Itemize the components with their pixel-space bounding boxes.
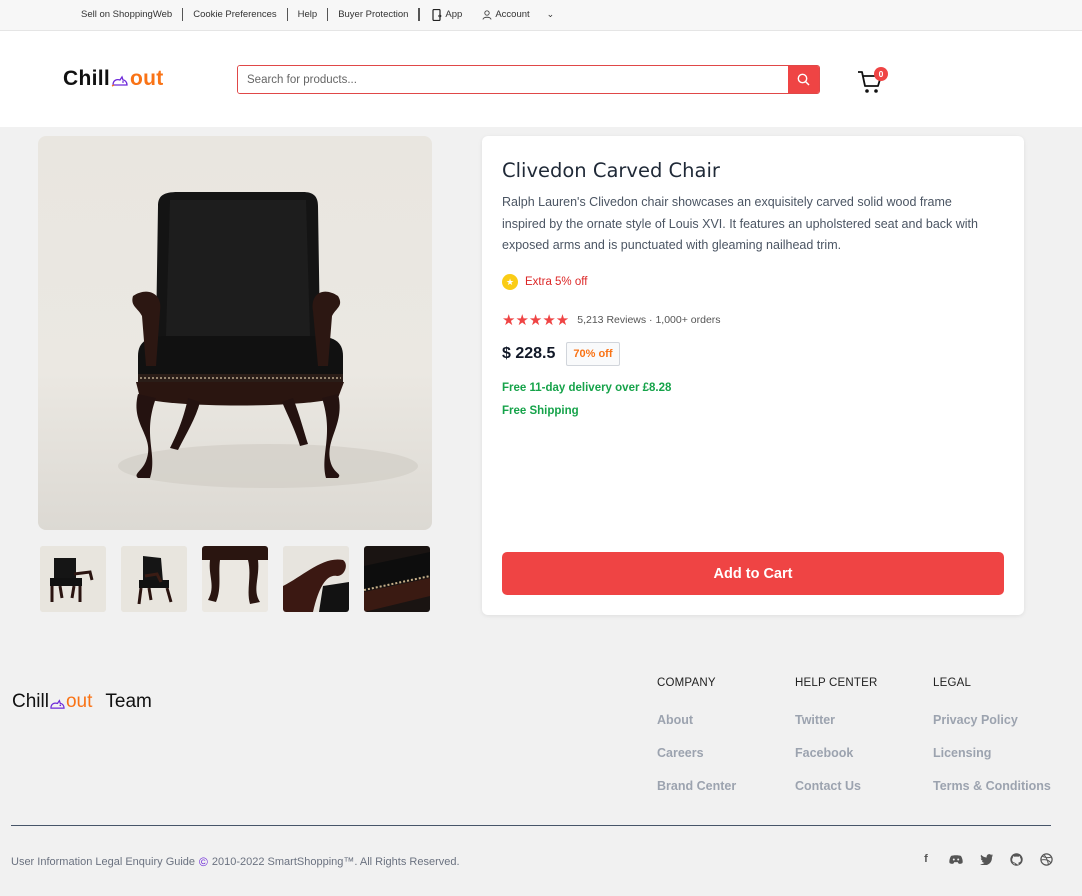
thumbnail-5[interactable] [364, 546, 430, 612]
extra-discount-label: Extra 5% off [525, 276, 588, 288]
extra-discount: ★ Extra 5% off [502, 274, 587, 290]
star-coin-icon: ★ [502, 274, 518, 290]
footer-link-careers[interactable]: Careers [657, 745, 736, 761]
footer-column-company: COMPANY About Careers Brand Center [657, 677, 736, 811]
footer-link-terms[interactable]: Terms & Conditions [933, 778, 1051, 794]
top-utility-bar: Sell on ShoppingWeb Cookie Preferences H… [0, 0, 1082, 31]
thumbnail-1[interactable] [40, 546, 106, 612]
footer-link-twitter[interactable]: Twitter [795, 712, 878, 728]
account-label: Account [495, 9, 530, 20]
chevron-down-icon[interactable]: ⌄ [547, 9, 555, 20]
footer-divider [11, 825, 1051, 826]
help-link[interactable]: Help [288, 8, 329, 21]
social-links: f [918, 851, 1054, 867]
chair-thumbnail [121, 546, 187, 612]
rating-stars-icon: ★★★★★ [502, 312, 570, 329]
search-icon [797, 73, 810, 86]
product-price: $ 228.5 [502, 345, 556, 362]
facebook-icon[interactable]: f [918, 851, 934, 867]
footer-logo-chill: Chill [12, 691, 49, 712]
arm-detail-thumbnail [283, 546, 349, 612]
price-row: $ 228.5 70% off [502, 342, 620, 366]
product-info-card: Clivedon Carved Chair Ralph Lauren's Cli… [482, 136, 1024, 615]
app-link[interactable]: App [419, 8, 472, 21]
thumbnail-4[interactable] [283, 546, 349, 612]
add-to-cart-button[interactable]: Add to Cart [502, 552, 1004, 595]
footer-logo-out: out [65, 691, 93, 712]
logo-text-out: out [130, 67, 164, 90]
footer-column-legal: LEGAL Privacy Policy Licensing Terms & C… [933, 677, 1051, 811]
site-header: Chill out 0 [0, 31, 1082, 127]
search-button[interactable] [788, 66, 819, 93]
cat-logo-icon [111, 75, 128, 87]
cart-button[interactable]: 0 [857, 67, 889, 95]
cat-logo-icon [50, 698, 65, 709]
footer-column-help-center: HELP CENTER Twitter Facebook Contact Us [795, 677, 878, 811]
footer-bottom-bar: User Information Legal Enquiry Guide © 2… [11, 855, 460, 869]
shipping-info: Free Shipping [502, 405, 579, 417]
logo-text-chill: Chill [63, 67, 110, 90]
github-icon[interactable] [1008, 851, 1024, 867]
footer-logo[interactable]: Chill out Team [12, 691, 152, 713]
discord-icon[interactable] [948, 851, 964, 867]
footer-link-facebook[interactable]: Facebook [795, 745, 878, 761]
dribbble-icon[interactable] [1038, 851, 1054, 867]
product-section: Clivedon Carved Chair Ralph Lauren's Cli… [0, 127, 1082, 648]
thumbnail-strip [40, 546, 430, 612]
chair-image [118, 192, 418, 488]
leg-detail-thumbnail [202, 546, 268, 612]
thumbnail-3[interactable] [202, 546, 268, 612]
footer-link-contact-us[interactable]: Contact Us [795, 778, 878, 794]
product-description: Ralph Lauren's Clivedon chair showcases … [502, 195, 978, 252]
cookie-preferences-link[interactable]: Cookie Preferences [183, 8, 288, 21]
footer-logo-team: Team [105, 691, 152, 712]
reviews-count[interactable]: 5,213 Reviews · 1,000+ orders [577, 314, 720, 326]
product-main-image[interactable] [38, 136, 432, 530]
sell-link[interactable]: Sell on ShoppingWeb [81, 8, 184, 21]
site-logo[interactable]: Chill out [63, 67, 164, 91]
copyright-text: 2010-2022 SmartShopping™. All Rights Res… [211, 856, 460, 868]
footer-heading: LEGAL [933, 677, 972, 689]
product-title: Clivedon Carved Chair [502, 159, 720, 182]
footer-link-about[interactable]: About [657, 712, 736, 728]
footer-bottom-links[interactable]: User Information Legal Enquiry Guide [11, 856, 195, 868]
seat-detail-thumbnail [364, 546, 430, 612]
buyer-protection-link[interactable]: Buyer Protection [328, 8, 420, 21]
rating-row: ★★★★★ 5,213 Reviews · 1,000+ orders [502, 311, 721, 329]
cart-count-badge: 0 [874, 67, 888, 81]
account-menu[interactable]: Account ⌄ [472, 9, 554, 20]
user-icon [482, 9, 492, 20]
thumbnail-2[interactable] [121, 546, 187, 612]
top-links: Sell on ShoppingWeb Cookie Preferences H… [81, 8, 554, 21]
copyright-icon: © [199, 855, 208, 869]
discount-badge: 70% off [566, 342, 620, 366]
mobile-app-icon [432, 8, 443, 21]
search-input[interactable] [238, 66, 788, 93]
chair-thumbnail [40, 546, 106, 612]
app-label: App [445, 9, 463, 20]
delivery-info: Free 11-day delivery over £8.28 [502, 382, 672, 394]
site-footer: Chill out Team COMPANY About Careers Bra… [0, 648, 1082, 896]
footer-heading: HELP CENTER [795, 677, 878, 689]
footer-link-brand-center[interactable]: Brand Center [657, 778, 736, 794]
footer-link-privacy-policy[interactable]: Privacy Policy [933, 712, 1051, 728]
footer-link-licensing[interactable]: Licensing [933, 745, 1051, 761]
footer-heading: COMPANY [657, 677, 716, 689]
search-bar [237, 65, 820, 94]
twitter-icon[interactable] [978, 851, 994, 867]
